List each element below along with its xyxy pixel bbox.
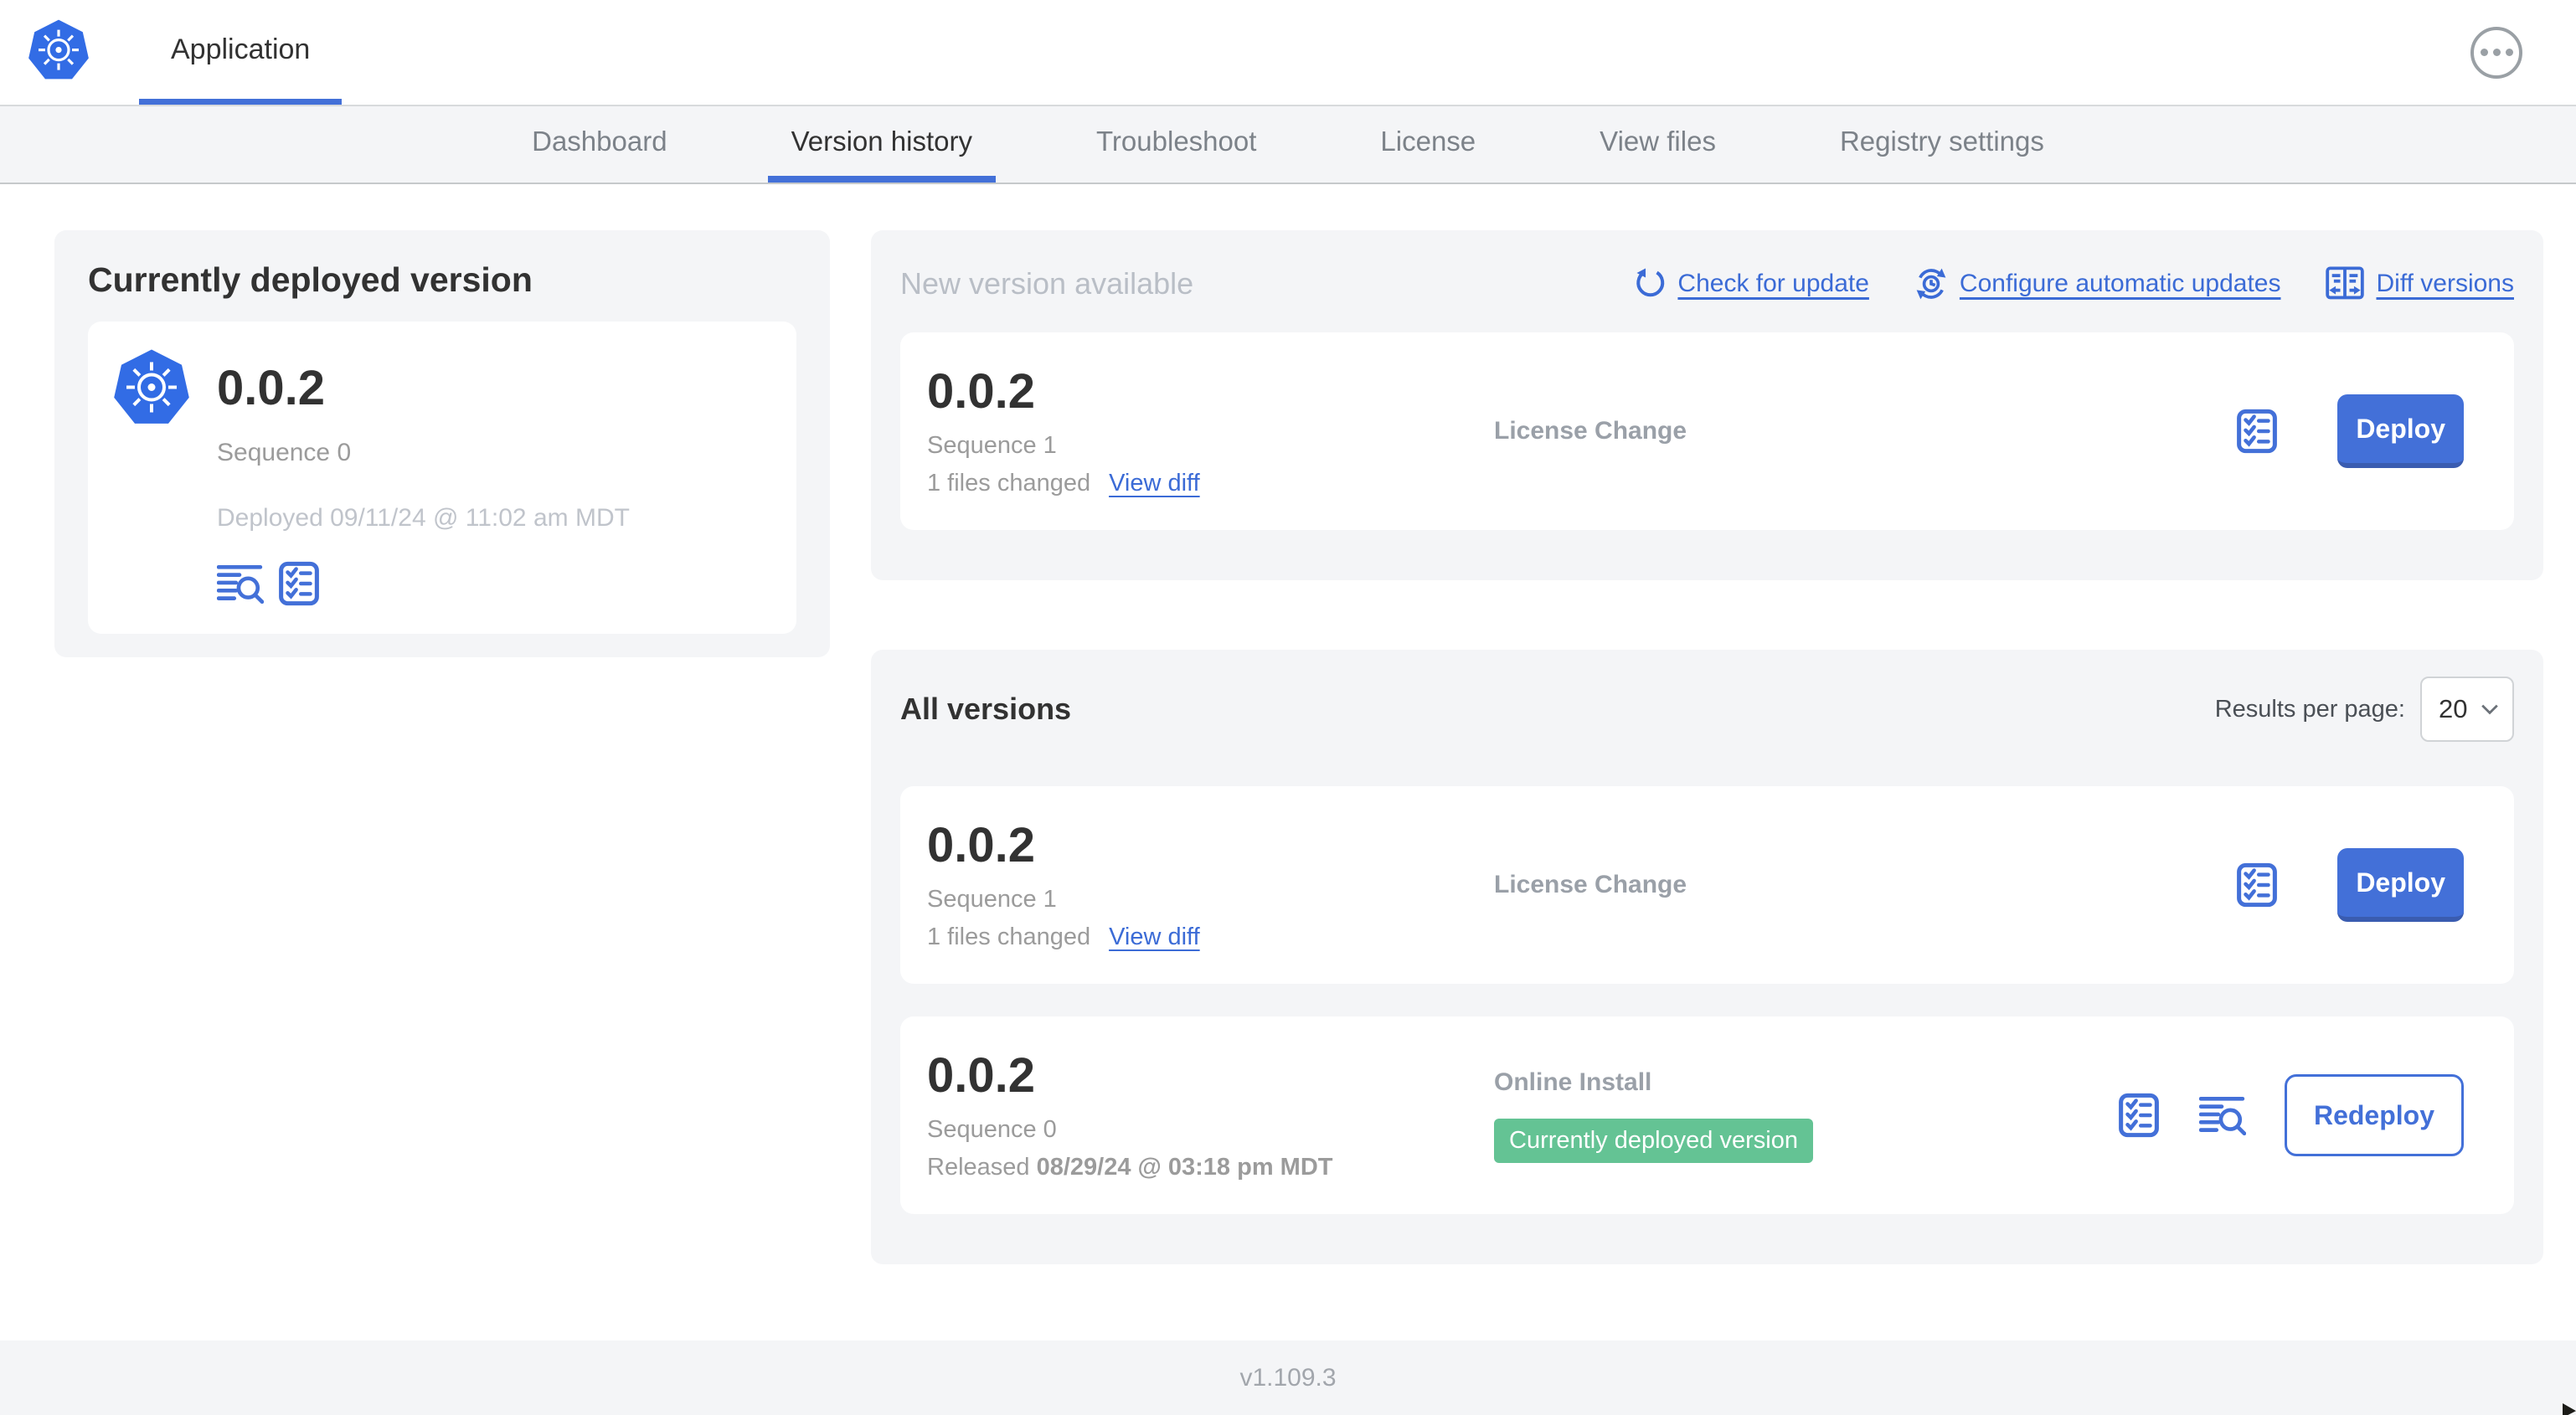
files-changed-label: 1 files changed (927, 923, 1091, 950)
deploy-button[interactable]: Deploy (2337, 848, 2464, 922)
ellipsis-icon (2480, 49, 2488, 56)
results-per-page-select[interactable]: 20 (2420, 677, 2514, 742)
new-version-panel: New version available Check for update C… (871, 230, 2543, 580)
tab-troubleshoot[interactable]: Troubleshoot (1073, 106, 1280, 183)
version-sequence: Sequence 0 (927, 1115, 1057, 1143)
preflight-checks-icon[interactable] (2235, 409, 2279, 454)
kubernetes-logo-icon (110, 347, 193, 429)
all-versions-title: All versions (900, 692, 1072, 726)
app-nav: Dashboard Version history Troubleshoot L… (0, 106, 2576, 184)
deployed-version-number: 0.0.2 (217, 361, 325, 415)
tab-license[interactable]: License (1357, 106, 1499, 183)
currently-deployed-badge: Currently deployed version (1494, 1118, 1813, 1163)
kubernetes-logo-icon (25, 18, 92, 83)
top-header: Application (0, 0, 2576, 106)
view-diff-link[interactable]: View diff (1109, 470, 1200, 497)
version-number: 0.0.2 (927, 1048, 1035, 1104)
version-source-label: License Change (1494, 417, 1687, 445)
all-versions-panel: All versions Results per page: 20 0.0.2 … (871, 650, 2543, 1264)
view-logs-icon[interactable] (2199, 1095, 2246, 1135)
check-for-update-link[interactable]: Check for update (1634, 268, 1869, 300)
version-sequence: Sequence 1 (927, 431, 1057, 459)
ellipsis-menu-button[interactable] (2470, 26, 2522, 79)
redeploy-button[interactable]: Redeploy (2284, 1074, 2464, 1156)
version-row: 0.0.2 Sequence 0 Released 08/29/24 @ 03:… (900, 1016, 2514, 1214)
app-tab[interactable]: Application (139, 0, 343, 105)
tab-view-files[interactable]: View files (1576, 106, 1739, 183)
preflight-checks-icon[interactable] (277, 561, 321, 606)
configure-automatic-updates-link[interactable]: Configure automatic updates (1914, 267, 2280, 301)
main-content: Currently deployed version 0.0.2 Sequenc… (0, 184, 2576, 1340)
deployed-sequence: Sequence 0 (217, 438, 352, 466)
currently-deployed-panel: Currently deployed version 0.0.2 Sequenc… (54, 230, 830, 657)
new-version-title: New version available (900, 266, 1194, 301)
version-released-timestamp: Released 08/29/24 @ 03:18 pm MDT (927, 1153, 1333, 1181)
currently-deployed-title: Currently deployed version (88, 260, 533, 299)
deployed-timestamp: Deployed 09/11/24 @ 11:02 am MDT (217, 503, 630, 532)
version-source-label: License Change (1494, 871, 1687, 898)
clock-arrows-icon (1914, 267, 1948, 301)
view-diff-link[interactable]: View diff (1109, 924, 1200, 951)
files-changed-label: 1 files changed (927, 469, 1091, 497)
footer: v1.109.3 (0, 1340, 2576, 1415)
view-logs-icon[interactable] (217, 563, 264, 604)
version-source-label: Online Install (1494, 1068, 1652, 1096)
version-sequence: Sequence 1 (927, 885, 1057, 913)
results-per-page-value: 20 (2439, 694, 2468, 723)
deploy-button[interactable]: Deploy (2337, 394, 2464, 468)
diff-versions-link[interactable]: Diff versions (2326, 266, 2514, 301)
results-per-page-label: Results per page: (2214, 695, 2405, 723)
diff-icon (2326, 266, 2364, 301)
tab-version-history[interactable]: Version history (767, 106, 996, 183)
preflight-checks-icon[interactable] (2235, 862, 2279, 908)
chevron-down-icon (2481, 703, 2499, 715)
new-version-row: 0.0.2 Sequence 1 1 files changed View di… (900, 332, 2514, 530)
preflight-checks-icon[interactable] (2117, 1093, 2161, 1138)
tab-registry-settings[interactable]: Registry settings (1816, 106, 2068, 183)
refresh-icon (1634, 268, 1666, 300)
version-number: 0.0.2 (927, 364, 1035, 419)
app-tab-label: Application (171, 33, 311, 65)
version-number: 0.0.2 (927, 818, 1035, 873)
tab-dashboard[interactable]: Dashboard (508, 106, 690, 183)
deployed-version-card: 0.0.2 Sequence 0 Deployed 09/11/24 @ 11:… (88, 322, 796, 634)
version-row: 0.0.2 Sequence 1 1 files changed View di… (900, 786, 2514, 984)
admin-console-version: v1.109.3 (1239, 1363, 1337, 1392)
